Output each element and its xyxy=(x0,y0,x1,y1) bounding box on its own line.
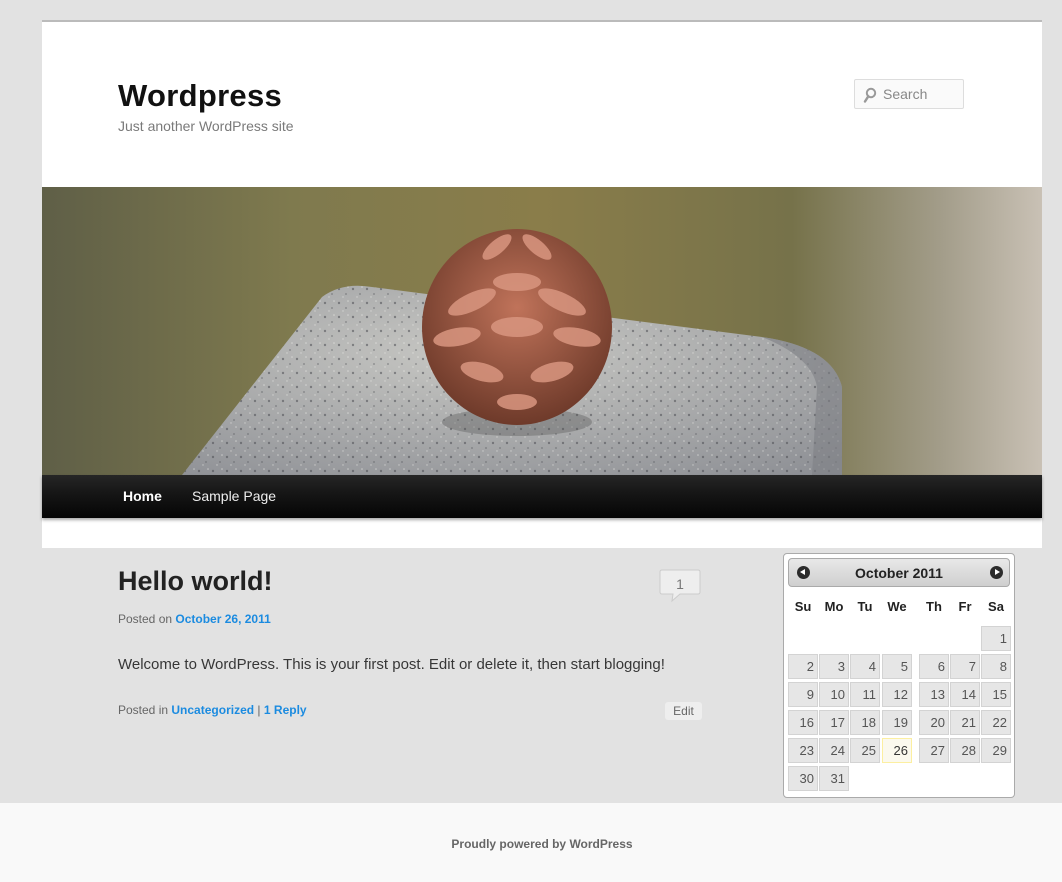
calendar-day[interactable]: 29 xyxy=(981,738,1011,763)
calendar-day[interactable]: 5 xyxy=(882,654,912,679)
search-input[interactable] xyxy=(883,85,961,103)
post-footer-meta: Posted in Uncategorized | 1 Reply xyxy=(118,703,307,717)
calendar-day[interactable]: 11 xyxy=(850,682,880,707)
page-container: Wordpress Just another WordPress site Se… xyxy=(42,20,1042,548)
posted-on-label: Posted on xyxy=(118,612,173,626)
post-date-link[interactable]: October 26, 2011 xyxy=(175,612,270,626)
calendar-day[interactable]: 10 xyxy=(819,682,849,707)
calendar-day[interactable]: 4 xyxy=(850,654,880,679)
site-title[interactable]: Wordpress xyxy=(118,78,282,114)
post-meta: Posted on October 26, 2011 xyxy=(118,612,271,626)
calendar-day[interactable]: 27 xyxy=(919,738,949,763)
nav-item-sample-page[interactable]: Sample Page xyxy=(192,488,276,504)
main-nav: Home Sample Page xyxy=(42,475,1042,518)
weekday-header: Th xyxy=(926,599,942,614)
calendar-day[interactable]: 23 xyxy=(788,738,818,763)
site-footer: Proudly powered by WordPress xyxy=(0,803,1062,882)
calendar-day[interactable]: 3 xyxy=(819,654,849,679)
calendar-day[interactable]: 20 xyxy=(919,710,949,735)
weekday-header: Tu xyxy=(857,599,873,614)
calendar-day[interactable]: 24 xyxy=(819,738,849,763)
header-image xyxy=(42,187,1042,475)
post-title[interactable]: Hello world! xyxy=(118,566,273,597)
calendar-day[interactable]: 16 xyxy=(788,710,818,735)
search-box[interactable] xyxy=(854,79,964,109)
calendar-day[interactable]: 9 xyxy=(788,682,818,707)
calendar-day[interactable]: 12 xyxy=(882,682,912,707)
calendar-day[interactable]: 25 xyxy=(850,738,880,763)
calendar-day[interactable]: 18 xyxy=(850,710,880,735)
meta-separator: | xyxy=(257,703,261,717)
next-month-icon[interactable] xyxy=(990,566,1003,579)
nav-item-home[interactable]: Home xyxy=(123,488,162,504)
weekday-header: Mo xyxy=(824,599,844,614)
calendar-day[interactable]: 15 xyxy=(981,682,1011,707)
calendar-widget: October 2011 Su Mo Tu We Th Fr Sa 1 2 3 4 5 6 7 8 9 10 11… xyxy=(783,553,1015,798)
weekday-header: Su xyxy=(794,599,812,614)
site-description: Just another WordPress site xyxy=(118,118,294,134)
calendar-day-today[interactable]: 26 xyxy=(882,738,912,763)
calendar-day[interactable]: 30 xyxy=(788,766,818,791)
calendar-day[interactable]: 13 xyxy=(919,682,949,707)
calendar-day[interactable]: 21 xyxy=(950,710,980,735)
calendar-day[interactable]: 7 xyxy=(950,654,980,679)
comments-bubble[interactable]: 1 xyxy=(658,568,702,604)
comment-count: 1 xyxy=(676,576,684,592)
calendar-month-title: October 2011 xyxy=(855,565,943,581)
calendar-day[interactable]: 14 xyxy=(950,682,980,707)
calendar-day[interactable]: 17 xyxy=(819,710,849,735)
calendar-day[interactable]: 1 xyxy=(981,626,1011,651)
calendar-day[interactable]: 28 xyxy=(950,738,980,763)
calendar-day[interactable]: 6 xyxy=(919,654,949,679)
calendar-day[interactable]: 19 xyxy=(882,710,912,735)
search-icon xyxy=(863,87,877,103)
weekday-header: Fr xyxy=(958,599,972,614)
calendar-day[interactable]: 22 xyxy=(981,710,1011,735)
category-link[interactable]: Uncategorized xyxy=(171,703,254,717)
calendar-header: October 2011 xyxy=(788,558,1010,587)
edit-button[interactable]: Edit xyxy=(665,702,702,720)
posted-in-label: Posted in xyxy=(118,703,169,717)
post-content: Welcome to WordPress. This is your first… xyxy=(118,656,665,673)
calendar-day[interactable]: 8 xyxy=(981,654,1011,679)
reply-link[interactable]: 1 Reply xyxy=(264,703,307,717)
weekday-header: Sa xyxy=(988,599,1004,614)
weekday-header: We xyxy=(887,599,907,614)
footer-credit[interactable]: Proudly powered by WordPress xyxy=(0,837,1062,851)
calendar-day[interactable]: 31 xyxy=(819,766,849,791)
calendar-day[interactable]: 2 xyxy=(788,654,818,679)
